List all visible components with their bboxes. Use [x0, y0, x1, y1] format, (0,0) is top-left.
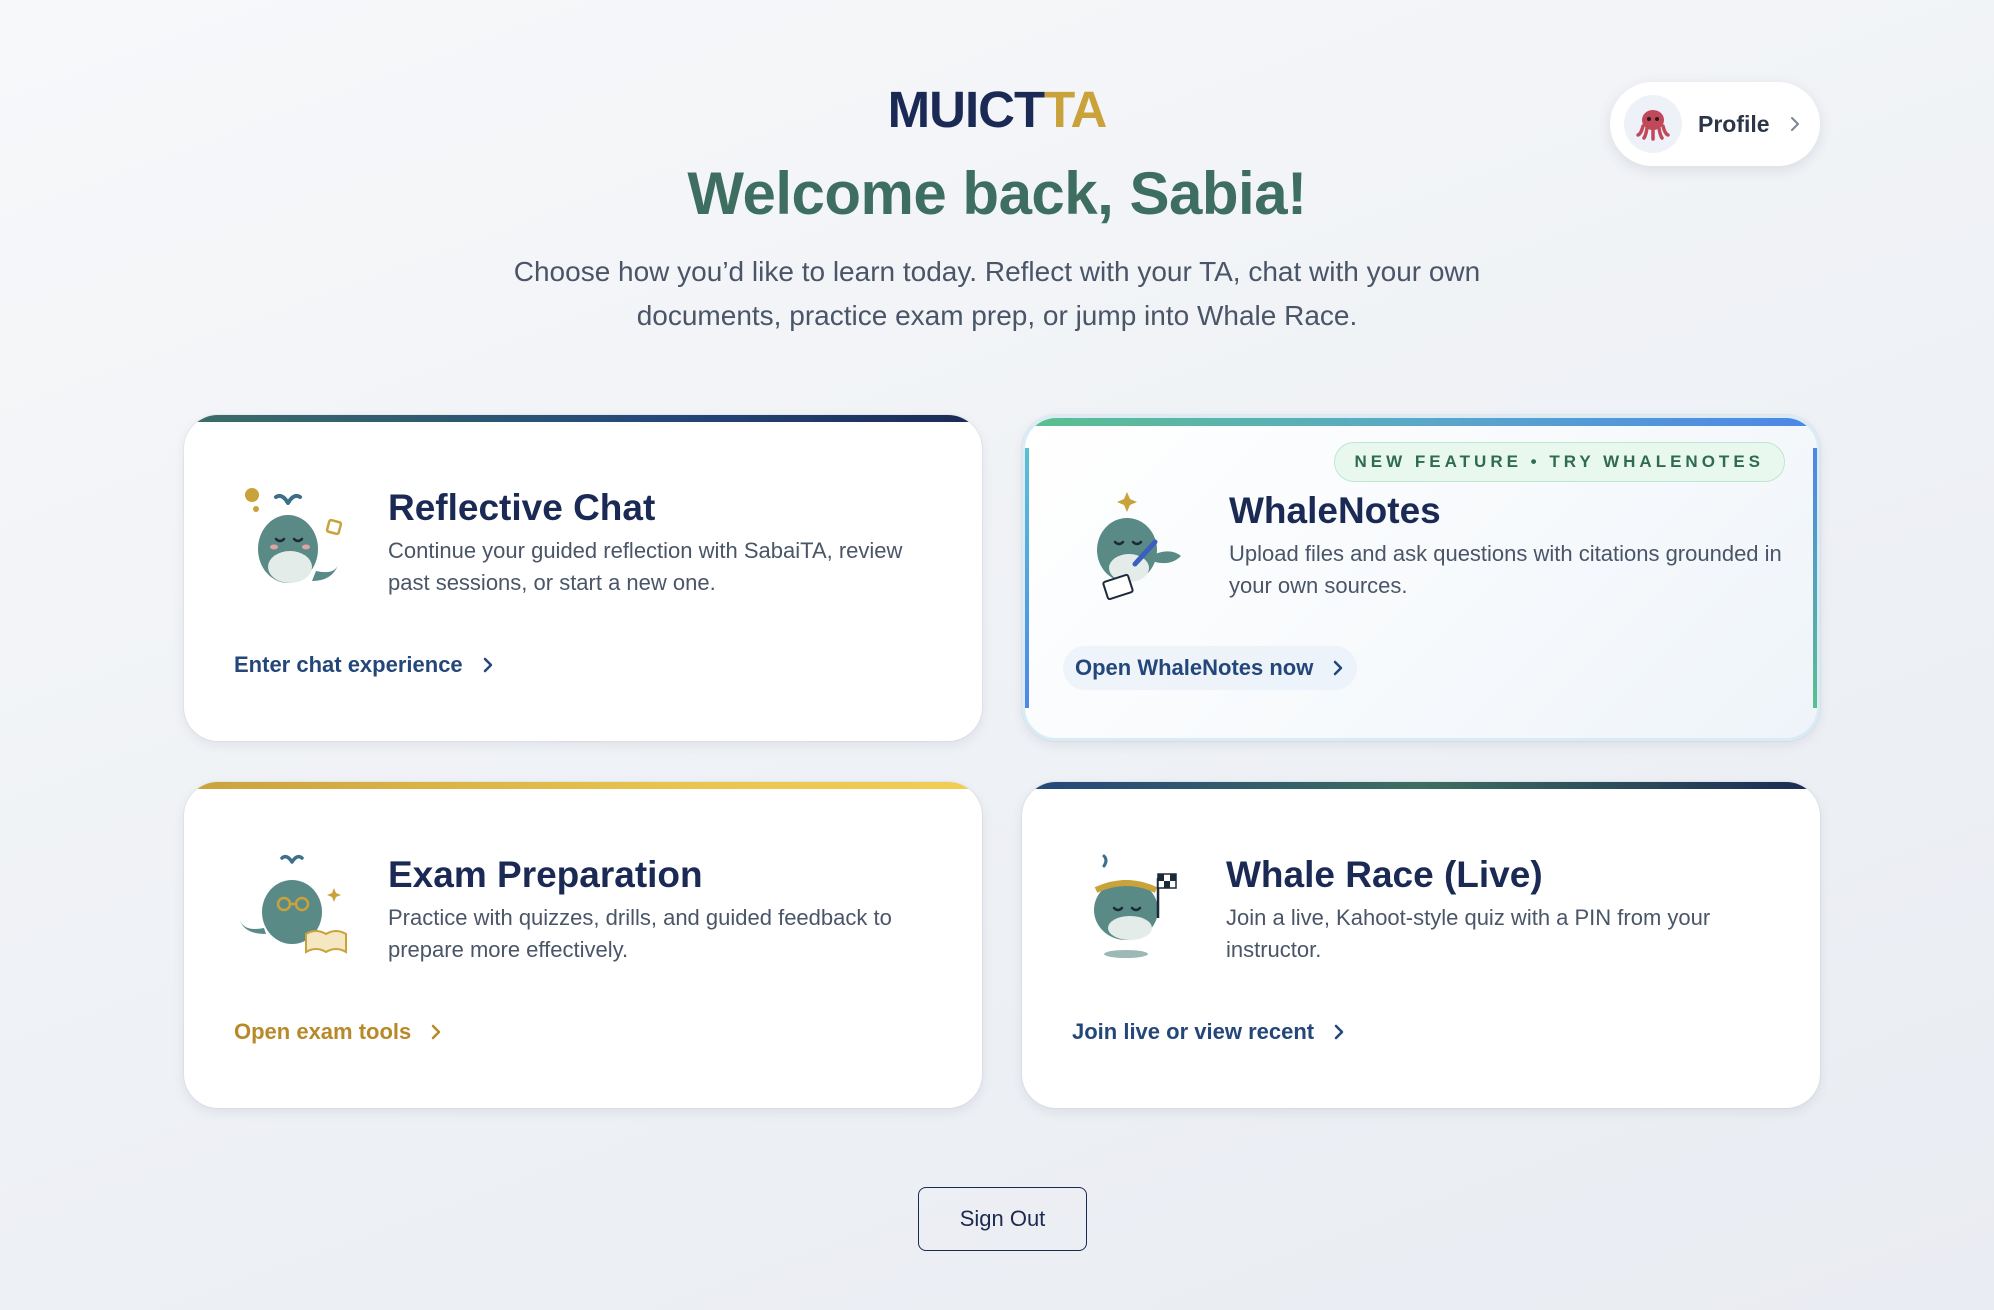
- brand-logo-part2: TA: [1044, 81, 1107, 138]
- avatar: [1624, 95, 1682, 153]
- enter-chat-link[interactable]: Enter chat experience: [234, 643, 495, 687]
- chevron-right-icon: [1334, 660, 1343, 676]
- brand-logo-part1: MUICT: [887, 81, 1045, 138]
- chevron-right-icon: [432, 1024, 441, 1040]
- action-label: Open WhaleNotes now: [1075, 655, 1314, 680]
- card-description: Upload files and ask questions with cita…: [1229, 541, 1782, 598]
- card-accent-bar: [1025, 418, 1817, 426]
- card-title: Exam Preparation: [388, 854, 703, 895]
- exam-preparation-card[interactable]: Exam Preparation Practice with quizzes, …: [184, 782, 982, 1108]
- chevron-right-icon: [1334, 1024, 1344, 1040]
- octopus-icon: [1636, 110, 1670, 141]
- card-description: Continue your guided reflection with Sab…: [388, 538, 903, 595]
- card-title: Reflective Chat: [388, 487, 656, 528]
- join-live-link[interactable]: Join live or view recent: [1072, 1010, 1346, 1054]
- card-title: WhaleNotes: [1229, 490, 1441, 531]
- whale-exam-icon: [240, 854, 347, 954]
- card-side-accent-right: [1813, 448, 1817, 708]
- welcome-subtitle: Choose how you’d like to learn today. Re…: [513, 256, 1481, 331]
- card-accent-bar: [184, 415, 982, 422]
- welcome-heading: Welcome back, Sabia!: [687, 160, 1307, 227]
- whale-chat-icon: [245, 488, 343, 583]
- sign-out-button[interactable]: Sign Out: [918, 1187, 1087, 1251]
- card-description: Join a live, Kahoot-style quiz with a PI…: [1226, 905, 1711, 962]
- open-whalenotes-link[interactable]: Open WhaleNotes now: [1063, 646, 1358, 690]
- card-accent-bar: [184, 782, 982, 789]
- whale-race-icon: [1094, 854, 1177, 958]
- card-title: Whale Race (Live): [1226, 854, 1543, 895]
- reflective-chat-card[interactable]: Reflective Chat Continue your guided ref…: [184, 415, 982, 741]
- action-label: Open exam tools: [234, 1019, 412, 1044]
- card-side-accent-left: [1025, 448, 1029, 708]
- chevron-right-icon: [1790, 117, 1799, 131]
- whale-notes-icon: [1097, 492, 1181, 601]
- whalenotes-card[interactable]: NEW FEATURE • TRY WHALENOTES WhaleNotes …: [1022, 415, 1820, 741]
- new-feature-badge: NEW FEATURE • TRY WHALENOTES: [1333, 442, 1785, 482]
- card-description: Practice with quizzes, drills, and guide…: [388, 905, 892, 962]
- whale-race-card[interactable]: Whale Race (Live) Join a live, Kahoot-st…: [1022, 782, 1820, 1108]
- card-accent-bar: [1022, 782, 1820, 789]
- profile-button[interactable]: Profile: [1610, 82, 1820, 166]
- open-exam-tools-link[interactable]: Open exam tools: [234, 1010, 443, 1054]
- profile-label: Profile: [1698, 110, 1770, 137]
- chevron-right-icon: [483, 657, 492, 673]
- action-label: Enter chat experience: [234, 652, 463, 677]
- action-label: Join live or view recent: [1072, 1019, 1315, 1044]
